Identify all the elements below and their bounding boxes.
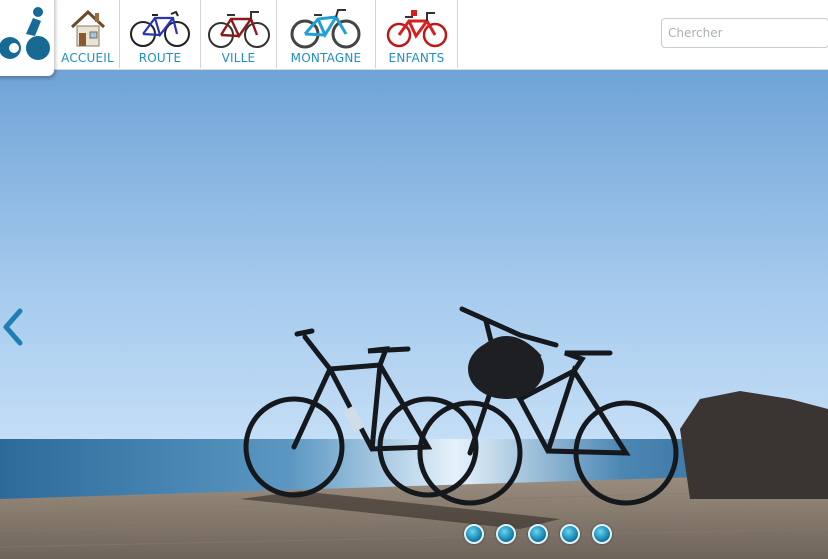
hero-image-slider[interactable] (0, 69, 828, 559)
slide-pagination (464, 524, 612, 544)
nav-label-enfants: ENFANTS (388, 51, 445, 65)
nav-item-route[interactable]: ROUTE (120, 0, 201, 68)
nav-item-enfants[interactable]: ENFANTS (376, 0, 458, 68)
nav-label-route: ROUTE (138, 51, 182, 65)
mountain-bike-icon (290, 5, 362, 51)
nav-label-montagne: MONTAGNE (290, 51, 362, 65)
search-input[interactable] (661, 18, 828, 48)
kids-bike-icon (385, 5, 449, 51)
main-menu: ACCUEIL ROUTE VILLE MONTAGNE ENFANTS (56, 0, 458, 68)
city-bike-icon (207, 5, 271, 51)
previous-slide-button[interactable] (0, 305, 26, 349)
site-logo[interactable] (0, 0, 54, 76)
nav-label-accueil: ACCUEIL (61, 51, 114, 65)
chevron-left-icon (3, 308, 23, 346)
slide-dot-5[interactable] (592, 524, 612, 544)
road-bike-icon (129, 5, 191, 51)
slide-dot-3[interactable] (528, 524, 548, 544)
cyclist-logo-icon (0, 7, 50, 60)
nav-item-accueil[interactable]: ACCUEIL (56, 0, 120, 68)
top-navigation-bar: ACCUEIL ROUTE VILLE MONTAGNE ENFANTS Che… (0, 0, 828, 76)
slide-dot-1[interactable] (464, 524, 484, 544)
house-icon (68, 5, 108, 51)
slide-dot-4[interactable] (560, 524, 580, 544)
slide-dot-2[interactable] (496, 524, 516, 544)
nav-item-ville[interactable]: VILLE (201, 0, 277, 68)
nav-item-montagne[interactable]: MONTAGNE (277, 0, 376, 68)
nav-label-ville: VILLE (221, 51, 256, 65)
bicycles-by-the-sea-photo (0, 69, 828, 559)
